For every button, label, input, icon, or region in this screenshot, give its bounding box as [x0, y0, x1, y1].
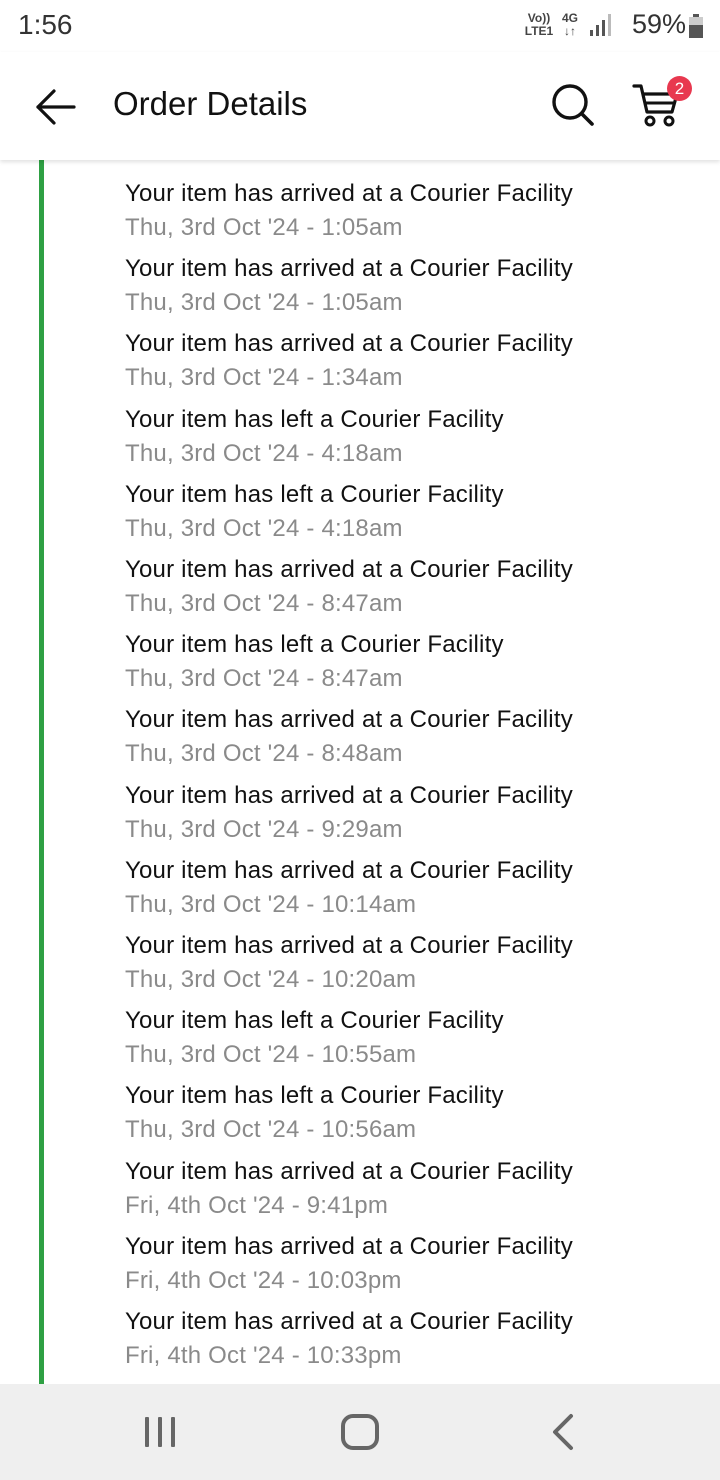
- timeline-event: Your item has arrived at a Courier Facil…: [125, 556, 715, 631]
- event-title: Your item has left a Courier Facility: [125, 405, 504, 433]
- data-type-label: 4G ↓↑: [558, 12, 582, 38]
- battery-icon: [689, 14, 703, 38]
- timeline-event: Your item has arrived at a Courier Facil…: [125, 180, 715, 255]
- timeline-event: Your item has arrived at a Courier Facil…: [125, 857, 715, 932]
- event-timestamp: Thu, 3rd Oct '24 - 10:56am: [125, 1116, 417, 1144]
- event-title: Your item has arrived at a Courier Facil…: [125, 1232, 573, 1260]
- system-nav-bar: [0, 1384, 720, 1480]
- event-timestamp: Thu, 3rd Oct '24 - 9:29am: [125, 815, 403, 843]
- event-title: Your item has arrived at a Courier Facil…: [125, 255, 573, 283]
- back-arrow-icon[interactable]: [32, 84, 78, 130]
- event-title: Your item has arrived at a Courier Facil…: [125, 1308, 573, 1335]
- event-timestamp: Thu, 3rd Oct '24 - 10:20am: [125, 966, 417, 993]
- home-icon[interactable]: [338, 1412, 382, 1452]
- timeline-event: Your item has arrived at a Courier Facil…: [125, 1158, 715, 1233]
- timeline-event: Your item has arrived at a Courier Facil…: [125, 1233, 715, 1308]
- event-title: Your item has left a Courier Facility: [125, 1082, 504, 1110]
- page-title: Order Details: [113, 85, 308, 122]
- timeline-event: Your item has left a Courier Facility Thu…: [125, 481, 715, 556]
- status-time: 1:56: [18, 9, 73, 40]
- timeline-event: Your item has left a Courier Facility Thu…: [125, 631, 715, 706]
- data-arrows-icon: ↓↑: [564, 24, 576, 38]
- event-title: Your item has left a Courier Facility: [125, 480, 504, 508]
- event-timestamp: Thu, 3rd Oct '24 - 4:18am: [125, 514, 403, 542]
- recents-icon[interactable]: [140, 1412, 180, 1452]
- event-title: Your item has arrived at a Courier Facil…: [125, 856, 573, 884]
- event-title: Your item has arrived at a Courier Facil…: [125, 556, 573, 583]
- timeline-event: Your item has arrived at a Courier Facil…: [125, 255, 715, 330]
- event-timestamp: Fri, 4th Oct '24 - 9:41pm: [125, 1191, 389, 1219]
- event-timestamp: Thu, 3rd Oct '24 - 1:05am: [125, 289, 403, 317]
- timeline-event: Your item has arrived at a Courier Facil…: [125, 1308, 715, 1383]
- event-timestamp: Thu, 3rd Oct '24 - 1:34am: [125, 364, 403, 392]
- network-label: Vo)) LTE1: [522, 12, 556, 38]
- event-timestamp: Thu, 3rd Oct '24 - 4:18am: [125, 439, 403, 467]
- event-timestamp: Thu, 3rd Oct '24 - 10:55am: [125, 1041, 417, 1069]
- event-timestamp: Thu, 3rd Oct '24 - 1:05am: [125, 214, 403, 241]
- signal-icon: [590, 14, 611, 36]
- event-timestamp: Fri, 4th Oct '24 - 10:33pm: [125, 1342, 402, 1369]
- timeline-event: Your item has arrived at a Courier Facil…: [125, 706, 715, 781]
- timeline-event: Your item has arrived at a Courier Facil…: [125, 330, 715, 405]
- timeline-event: Your item has left a Courier Facility Thu…: [125, 1082, 715, 1157]
- timeline-event: Your item has left a Courier Facility Thu…: [125, 406, 715, 481]
- event-title: Your item has arrived at a Courier Facil…: [125, 180, 573, 207]
- event-title: Your item has arrived at a Courier Facil…: [125, 932, 573, 959]
- timeline-event: Your item has arrived at a Courier Facil…: [125, 782, 715, 857]
- app-header: Order Details 2: [0, 52, 720, 160]
- event-timestamp: Thu, 3rd Oct '24 - 8:47am: [125, 665, 403, 693]
- event-title: Your item has arrived at a Courier Facil…: [125, 1157, 573, 1185]
- search-icon[interactable]: [548, 80, 598, 130]
- battery-percent: 59%: [632, 9, 687, 39]
- event-timestamp: Thu, 3rd Oct '24 - 10:14am: [125, 890, 417, 918]
- timeline-progress-line: [39, 160, 44, 1384]
- event-title: Your item has arrived at a Courier Facil…: [125, 781, 573, 809]
- event-timestamp: Thu, 3rd Oct '24 - 8:48am: [125, 740, 403, 768]
- event-timestamp: Fri, 4th Oct '24 - 10:03pm: [125, 1266, 402, 1294]
- event-title: Your item has arrived at a Courier Facil…: [125, 706, 573, 734]
- event-title: Your item has left a Courier Facility: [125, 631, 504, 659]
- status-bar: 1:56 Vo)) LTE1 4G ↓↑ 59%: [0, 0, 720, 52]
- timeline-event: Your item has left a Courier Facility Thu…: [125, 1007, 715, 1082]
- event-title: Your item has left a Courier Facility: [125, 1007, 504, 1035]
- event-timestamp: Thu, 3rd Oct '24 - 8:47am: [125, 590, 403, 617]
- event-title: Your item has arrived at a Courier Facil…: [125, 330, 573, 358]
- cart-count-badge: 2: [667, 76, 692, 101]
- back-icon[interactable]: [545, 1412, 581, 1452]
- timeline-event: Your item has arrived at a Courier Facil…: [125, 932, 715, 1007]
- lte-label: LTE1: [524, 24, 554, 38]
